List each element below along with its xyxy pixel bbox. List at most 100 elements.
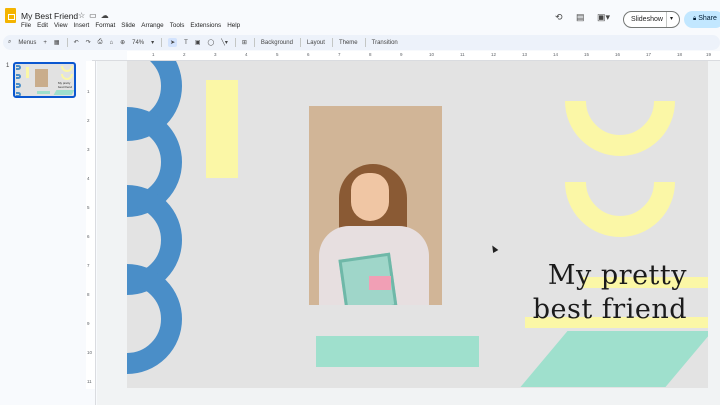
zoom-icon[interactable]: ⊕ (120, 39, 125, 46)
menu-bar: File Edit View Insert Format Slide Arran… (21, 22, 240, 29)
title-icons: ☆▭☁ (78, 11, 113, 20)
thumb-yellow-arc (61, 66, 73, 72)
meet-icon[interactable]: ▣▾ (597, 12, 610, 23)
ruler-label: 11 (460, 52, 465, 57)
thumb-headline: My pretty best friend (58, 81, 72, 89)
line-icon[interactable]: ╲▾ (221, 39, 228, 46)
menu-format[interactable]: Format (95, 22, 115, 29)
text-box-icon[interactable]: T (184, 40, 188, 46)
menu-help[interactable]: Help (227, 22, 240, 29)
headline-line2: best friend (532, 294, 687, 325)
slide-thumbnail[interactable]: My pretty best friend (13, 62, 76, 98)
slide-canvas[interactable]: My pretty best friend (127, 61, 708, 388)
move-folder-icon[interactable]: ▭ (89, 11, 101, 20)
background-button[interactable]: Background (261, 40, 293, 46)
ruler-label: 1 (152, 52, 155, 57)
document-title[interactable]: My Best Friend (21, 11, 78, 21)
theme-button[interactable]: Theme (339, 40, 358, 46)
ruler-label: 6 (87, 234, 90, 239)
yellow-arc-shape[interactable] (565, 101, 675, 156)
zoom-select[interactable]: 74% (132, 40, 144, 46)
title-bar: My Best Friend ☆▭☁ File Edit View Insert… (0, 0, 720, 34)
ruler-label: 5 (87, 205, 90, 210)
menu-view[interactable]: View (54, 22, 68, 29)
ruler-label: 4 (87, 176, 90, 181)
ruler-label: 8 (87, 292, 90, 297)
search-menus[interactable]: Menus (18, 40, 36, 46)
menu-insert[interactable]: Insert (74, 22, 90, 29)
select-cursor-icon[interactable]: ➤ (168, 38, 178, 47)
ruler-label: 9 (87, 321, 90, 326)
photo-face (351, 173, 389, 221)
teal-parallelogram-shape[interactable] (520, 331, 708, 387)
menu-tools[interactable]: Tools (170, 22, 185, 29)
thumb-yellow-arc (61, 74, 73, 80)
horizontal-ruler[interactable]: 1 2 3 4 5 6 7 8 9 10 11 12 13 14 15 16 1… (92, 51, 720, 61)
image-icon[interactable]: ▣ (195, 39, 201, 46)
transition-button[interactable]: Transition (372, 40, 398, 46)
new-slide-menu-icon[interactable]: ▦ (54, 39, 60, 46)
divider (331, 38, 333, 47)
undo-icon[interactable]: ↶ (74, 39, 79, 46)
search-menus-icon[interactable]: ⌕ (8, 39, 11, 46)
divider (66, 38, 68, 47)
ruler-label: 5 (276, 52, 279, 57)
slides-logo-icon[interactable] (5, 8, 16, 23)
thumb-teal-parallelogram (53, 90, 74, 95)
ruler-label: 3 (87, 147, 90, 152)
divider (234, 38, 236, 47)
ruler-label: 7 (338, 52, 341, 57)
divider (253, 38, 255, 47)
thumb-arc (16, 74, 21, 79)
new-slide-icon[interactable]: + (43, 40, 47, 46)
menu-file[interactable]: File (21, 22, 31, 29)
thumb-arc (16, 83, 21, 88)
ruler-label: 9 (400, 52, 403, 57)
ruler-label: 12 (491, 52, 497, 57)
ruler-label: 1 (87, 89, 90, 94)
ruler-label: 10 (87, 350, 93, 355)
ruler-label: 4 (245, 52, 248, 57)
ruler-label: 10 (429, 52, 435, 57)
vertical-ruler[interactable]: 1 2 3 4 5 6 7 8 9 10 11 (86, 61, 96, 405)
slideshow-button[interactable]: Slideshow ▾ (623, 11, 680, 28)
ruler-page-area (86, 61, 95, 389)
ruler-label: 16 (615, 52, 621, 57)
print-icon[interactable]: ⎙ (98, 39, 103, 46)
toolbar: ⌕ Menus + ▦ ↶ ↷ ⎙ ⌂ ⊕ 74% ▾ ➤ T ▣ ◯ ╲▾ ⊞… (3, 35, 720, 50)
ruler-label: 15 (584, 52, 590, 57)
yellow-bar-shape[interactable] (206, 80, 238, 178)
history-icon[interactable]: ⟲ (555, 12, 563, 23)
add-comment-icon[interactable]: ⊞ (242, 39, 247, 46)
share-button[interactable]: 🔒︎ Share (684, 11, 720, 28)
menu-slide[interactable]: Slide (121, 22, 135, 29)
headline-line1: My pretty (547, 260, 687, 291)
ruler-label: 6 (307, 52, 310, 57)
layout-button[interactable]: Layout (307, 40, 325, 46)
ruler-label: 3 (214, 52, 217, 57)
divider (666, 12, 667, 27)
ruler-label: 18 (677, 52, 683, 57)
shape-icon[interactable]: ◯ (208, 39, 215, 46)
slide-headline[interactable]: My pretty best friend (497, 259, 687, 327)
ruler-label: 8 (369, 52, 372, 57)
menu-edit[interactable]: Edit (37, 22, 48, 29)
ruler-label: 11 (87, 379, 92, 384)
cloud-status-icon[interactable]: ☁ (101, 11, 113, 20)
menu-arrange[interactable]: Arrange (141, 22, 163, 29)
teal-rectangle-shape[interactable] (316, 336, 479, 367)
thumb-teal-rect (37, 91, 50, 94)
chevron-down-icon[interactable]: ▾ (670, 15, 673, 22)
blue-arc-shape[interactable] (127, 264, 182, 374)
divider (299, 38, 301, 47)
redo-icon[interactable]: ↷ (86, 39, 91, 46)
thumb-photo (35, 69, 48, 87)
divider (161, 38, 163, 47)
menu-extensions[interactable]: Extensions (190, 22, 221, 29)
chevron-down-icon[interactable]: ▾ (151, 39, 154, 46)
paint-format-icon[interactable]: ⌂ (109, 40, 113, 46)
photo-girl-with-books[interactable] (309, 106, 442, 305)
divider (364, 38, 366, 47)
star-icon[interactable]: ☆ (78, 11, 89, 20)
comments-icon[interactable]: ▤ (576, 12, 585, 23)
